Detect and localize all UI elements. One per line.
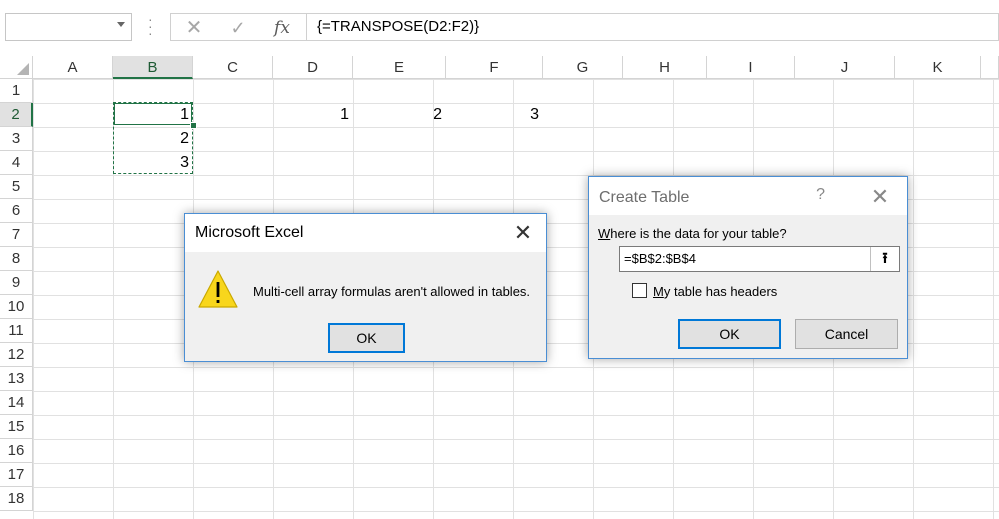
column-header-b[interactable]: B (113, 56, 193, 79)
formula-bar: · · · ✕ ✓ fx {=TRANSPOSE(D2:F2)} (0, 0, 999, 56)
cancel-icon[interactable]: ✕ (179, 16, 209, 40)
select-all-icon (17, 63, 29, 75)
range-input[interactable] (620, 247, 874, 271)
create-table-dialog: Create Table ? ✕ Where is the data for y… (588, 176, 908, 359)
row-header-8[interactable]: 8 (0, 247, 33, 271)
check-icon[interactable]: ✓ (223, 16, 253, 40)
column-header-j[interactable]: J (795, 56, 895, 79)
row-header-4[interactable]: 4 (0, 151, 33, 175)
error-message: Multi-cell array formulas aren't allowed… (253, 284, 531, 299)
formula-tools: ✕ ✓ fx (170, 13, 306, 41)
row-header-6[interactable]: 6 (0, 199, 33, 223)
column-header-e[interactable]: E (353, 56, 446, 79)
column-header-f[interactable]: F (446, 56, 543, 79)
range-label: Where is the data for your table? (598, 226, 787, 241)
excel-error-dialog: Microsoft Excel ✕ Multi-cell array formu… (184, 213, 547, 362)
row-header-11[interactable]: 11 (0, 319, 33, 343)
column-header-k[interactable]: K (895, 56, 981, 79)
up-arrow-icon: ⭱ (882, 250, 888, 267)
column-header-d[interactable]: D (273, 56, 353, 79)
column-header-g[interactable]: G (543, 56, 623, 79)
row-header-14[interactable]: 14 (0, 391, 33, 415)
dialog-title: Create Table (599, 189, 690, 206)
cell-d2[interactable]: 1 (273, 103, 353, 127)
row-header-10[interactable]: 10 (0, 295, 33, 319)
row-header-17[interactable]: 17 (0, 463, 33, 487)
ok-button[interactable]: OK (328, 323, 405, 353)
headers-label-accel: M (653, 284, 664, 299)
row-header-2[interactable]: 2 (0, 103, 33, 127)
column-header-l[interactable] (981, 56, 999, 79)
warning-icon (198, 270, 238, 308)
help-icon[interactable]: ? (816, 186, 825, 204)
dialog-titlebar[interactable]: Create Table ? ✕ (589, 177, 907, 215)
collapse-dialog-button[interactable]: ⭱ (870, 247, 899, 271)
row-header-9[interactable]: 9 (0, 271, 33, 295)
row-header-12[interactable]: 12 (0, 343, 33, 367)
row-header-16[interactable]: 16 (0, 439, 33, 463)
row-header-18[interactable]: 18 (0, 487, 33, 511)
dialog-title: Microsoft Excel (195, 224, 304, 241)
close-icon[interactable]: ✕ (510, 220, 536, 246)
ok-button[interactable]: OK (678, 319, 781, 349)
name-box[interactable] (5, 13, 132, 41)
row-header-15[interactable]: 15 (0, 415, 33, 439)
range-label-accel: W (598, 226, 611, 241)
cell-e2[interactable]: 2 (353, 103, 446, 127)
row-header-13[interactable]: 13 (0, 367, 33, 391)
fill-handle[interactable] (190, 122, 197, 129)
range-label-text: here is the data for your table? (610, 226, 787, 241)
active-cell-border (114, 103, 192, 125)
headers-label-text: y table has headers (663, 284, 778, 299)
chevron-down-icon[interactable] (117, 22, 125, 27)
column-header-c[interactable]: C (193, 56, 273, 79)
formula-input[interactable]: {=TRANSPOSE(D2:F2)} (306, 13, 999, 41)
close-icon[interactable]: ✕ (867, 184, 893, 210)
insert-function-icon[interactable]: fx (267, 16, 297, 40)
column-header-a[interactable]: A (33, 56, 113, 79)
select-all-button[interactable] (0, 56, 33, 79)
grip-icon[interactable]: · · · (148, 12, 153, 40)
cancel-button[interactable]: Cancel (795, 319, 898, 349)
column-header-i[interactable]: I (707, 56, 795, 79)
row-header-1[interactable]: 1 (0, 79, 33, 103)
row-header-3[interactable]: 3 (0, 127, 33, 151)
row-header-5[interactable]: 5 (0, 175, 33, 199)
headers-checkbox[interactable] (632, 283, 647, 298)
column-header-h[interactable]: H (623, 56, 707, 79)
row-header-7[interactable]: 7 (0, 223, 33, 247)
range-field[interactable]: ⭱ (619, 246, 900, 272)
cell-f2[interactable]: 3 (446, 103, 543, 127)
dialog-titlebar[interactable]: Microsoft Excel ✕ (185, 214, 546, 252)
headers-checkbox-label[interactable]: My table has headers (653, 284, 777, 299)
